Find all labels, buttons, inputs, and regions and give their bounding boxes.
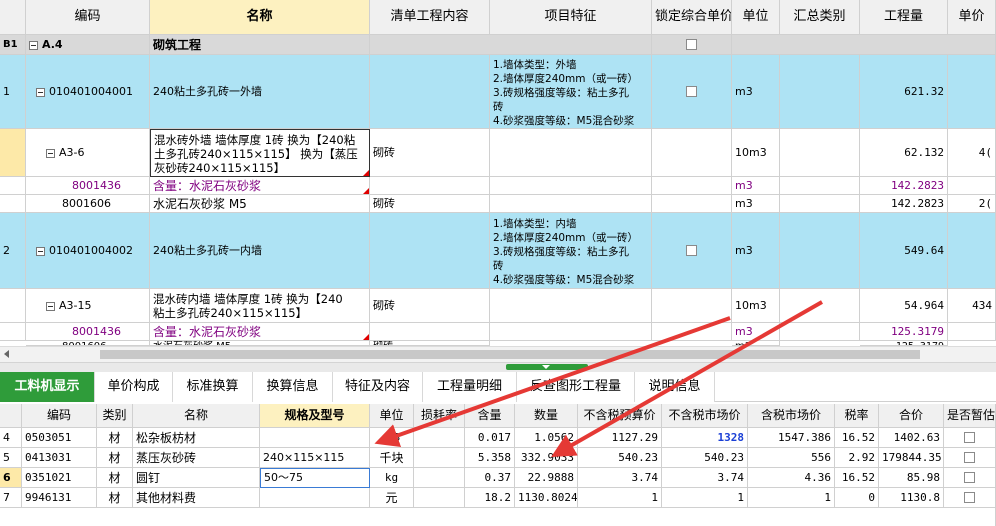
annotation-arrows: [374, 300, 823, 457]
arrow-to-spec-cell: [374, 316, 731, 447]
arrow-to-quantity-cell: [551, 300, 823, 457]
